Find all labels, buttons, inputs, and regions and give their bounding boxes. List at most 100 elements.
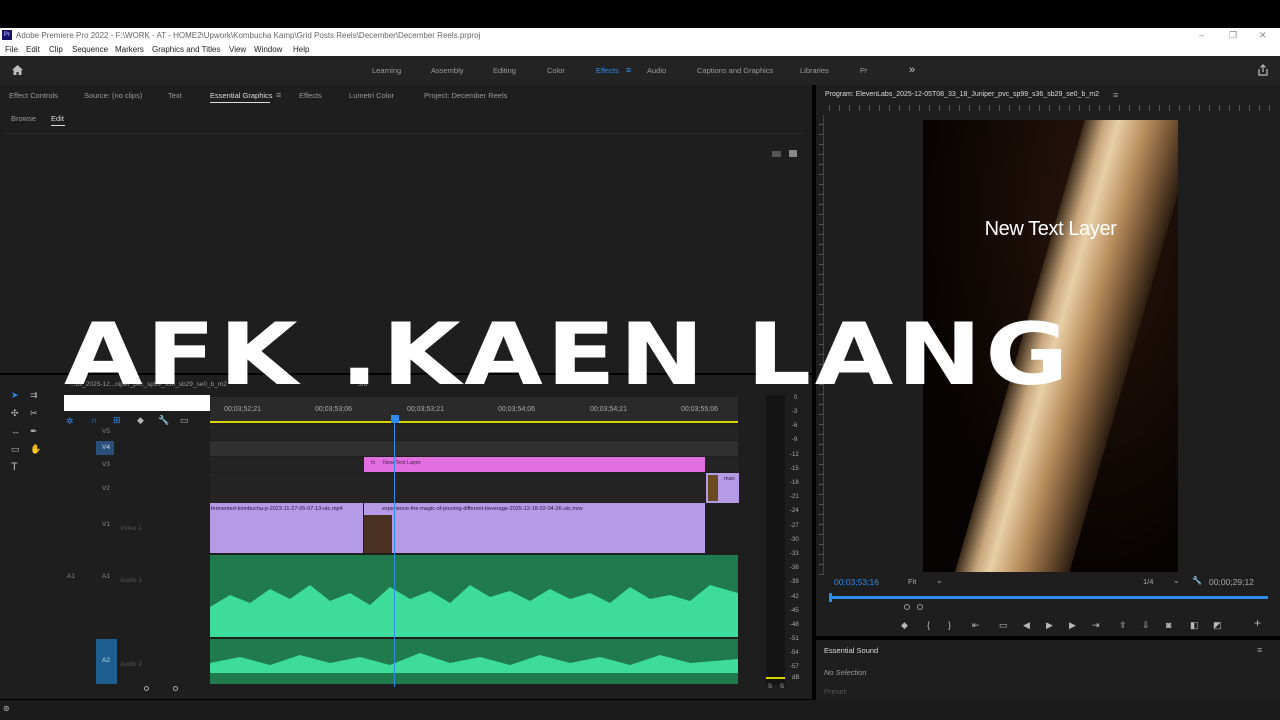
tab-project[interactable]: Project: December Reels — [424, 91, 507, 100]
tab-source[interactable]: Source: (no clips) — [84, 91, 142, 100]
overlay-text-layer[interactable]: New Text Layer — [923, 218, 1178, 241]
type-tool-icon[interactable]: T — [11, 462, 18, 473]
scroll-handle-right[interactable] — [173, 686, 178, 691]
menu-sequence[interactable]: Sequence — [72, 43, 108, 56]
timeline-wrench-icon[interactable]: 🔧 — [158, 415, 169, 425]
linked-selection-icon[interactable]: ∩ — [91, 415, 97, 425]
ws-editing[interactable]: Editing — [493, 56, 516, 85]
step-forward-icon[interactable]: ▶ — [1069, 620, 1076, 630]
maximize-icon[interactable]: ❐ — [1229, 28, 1237, 43]
track-label-v1[interactable]: V1 — [102, 521, 110, 528]
es-menu-icon[interactable]: ≡ — [1257, 645, 1262, 655]
track-label-v2[interactable]: V2 — [102, 485, 110, 492]
a1-audio-clip[interactable] — [210, 555, 738, 637]
ws-libraries[interactable]: Libraries — [800, 56, 829, 85]
hand-tool-icon[interactable]: ✋ — [30, 444, 41, 454]
v1-clip-pouring[interactable]: experience-the-magic-of-pouring-differen… — [364, 503, 705, 553]
snap-icon[interactable]: ✲ — [66, 416, 74, 426]
playhead-line[interactable] — [394, 422, 395, 687]
share-icon[interactable] — [1257, 64, 1269, 76]
close-icon[interactable]: ✕ — [1259, 28, 1267, 43]
program-menu-icon[interactable]: ≡ — [1113, 90, 1118, 100]
a2-audio-clip[interactable] — [210, 639, 738, 684]
track-select-tool-icon[interactable]: ⇉ — [30, 390, 38, 400]
program-timecode[interactable]: 00;03;53;16 — [834, 577, 879, 587]
v1-clip-kombucha[interactable]: fermented-kombucha-p-2023-11-27-05-07-13… — [210, 503, 363, 553]
solo-left-button[interactable]: S — [768, 684, 772, 690]
step-back-icon[interactable]: ◀ — [1023, 620, 1030, 630]
ws-color[interactable]: Color — [547, 56, 565, 85]
selection-tool-icon[interactable]: ➤ — [11, 390, 19, 400]
panel-menu-icon[interactable]: ≡ — [276, 90, 281, 100]
subtab-browse[interactable]: Browse — [11, 114, 36, 123]
new-folder-icon[interactable] — [772, 151, 781, 157]
track-label-v4[interactable]: V4 — [102, 444, 110, 451]
play-icon[interactable]: ▶ — [1046, 620, 1053, 630]
work-area-bar[interactable] — [210, 421, 738, 423]
fit-dropdown[interactable]: Fit — [908, 577, 916, 586]
razor-tool-icon[interactable]: ✂ — [30, 408, 38, 418]
add-button-icon[interactable]: + — [1254, 617, 1261, 629]
playhead-handle[interactable] — [391, 415, 399, 423]
mark-in-icon[interactable]: { — [927, 620, 930, 630]
lift-icon[interactable]: ⇪ — [1119, 620, 1127, 630]
track-v4-area[interactable] — [210, 441, 738, 456]
pen-tool-icon[interactable]: ✒ — [30, 426, 38, 436]
captions-icon[interactable]: ▭ — [180, 415, 189, 425]
subtab-edit[interactable]: Edit — [51, 114, 64, 123]
menu-markers[interactable]: Markers — [115, 43, 144, 56]
resolution-chevron-icon[interactable]: ⌄ — [1173, 576, 1180, 585]
ws-pr[interactable]: Pr — [860, 56, 868, 85]
extract-icon[interactable]: ⇩ — [1142, 620, 1150, 630]
track-source-a1[interactable]: A1 — [67, 573, 75, 580]
ripple-edit-tool-icon[interactable]: ✣ — [11, 408, 19, 418]
comparison-view-icon[interactable]: ◧ — [1190, 620, 1199, 630]
rectangle-tool-icon[interactable]: ▭ — [11, 444, 20, 454]
scroll-handle-left[interactable] — [144, 686, 149, 691]
status-icon[interactable]: ⊛ — [3, 704, 10, 714]
tab-effect-controls[interactable]: Effect Controls — [9, 91, 58, 100]
ws-audio[interactable]: Audio — [647, 56, 666, 85]
home-icon[interactable] — [11, 64, 24, 76]
track-v5-area[interactable] — [210, 425, 738, 440]
track-v2-area[interactable] — [210, 473, 738, 503]
export-frame-icon[interactable]: ◙ — [1166, 620, 1171, 630]
ws-effects[interactable]: Effects — [596, 56, 619, 85]
solo-right-button[interactable]: S — [780, 684, 784, 690]
text-layer-clip[interactable]: fx New Text Layer — [364, 457, 705, 472]
program-scrubber[interactable] — [830, 596, 1268, 599]
go-to-in-icon[interactable]: ⇤ — [972, 620, 980, 630]
nest-icon[interactable]: ⊞ — [113, 415, 121, 425]
ws-learning[interactable]: Learning — [372, 56, 401, 85]
track-label-a2[interactable]: A2 — [102, 657, 110, 664]
minimize-icon[interactable]: – — [1199, 28, 1204, 43]
essential-sound-title[interactable]: Essential Sound — [824, 646, 878, 655]
resolution-dropdown[interactable]: 1/4 — [1143, 577, 1153, 586]
ws-captions[interactable]: Captions and Graphics — [697, 56, 773, 85]
timeline-marker-icon[interactable]: ◆ — [137, 415, 144, 425]
mark-out-icon[interactable]: } — [948, 620, 951, 630]
menu-file[interactable]: File — [5, 43, 18, 56]
ws-assembly[interactable]: Assembly — [431, 56, 464, 85]
tab-effects[interactable]: Effects — [299, 91, 322, 100]
menu-edit[interactable]: Edit — [26, 43, 40, 56]
v2-clip[interactable]: man — [706, 473, 739, 503]
menu-help[interactable]: Help — [293, 43, 309, 56]
vr-icon[interactable]: ◩ — [1213, 620, 1222, 630]
ws-menu-icon[interactable]: ≡ — [626, 56, 631, 85]
zoom-handle-left[interactable] — [904, 604, 910, 610]
new-layer-icon[interactable] — [789, 150, 797, 157]
go-to-out-icon[interactable]: ⇥ — [1092, 620, 1100, 630]
tab-lumetri-color[interactable]: Lumetri Color — [349, 91, 394, 100]
zoom-handle-right[interactable] — [917, 604, 923, 610]
track-label-v3[interactable]: V3 — [102, 461, 110, 468]
more-workspaces-icon[interactable]: » — [909, 56, 915, 85]
menu-clip[interactable]: Clip — [49, 43, 63, 56]
program-playhead[interactable] — [829, 593, 832, 602]
menu-view[interactable]: View — [229, 43, 246, 56]
add-marker-icon[interactable]: ◆ — [901, 620, 908, 630]
menu-graphics[interactable]: Graphics and Titles — [152, 43, 220, 56]
menu-window[interactable]: Window — [254, 43, 282, 56]
track-label-v5[interactable]: V5 — [102, 428, 110, 435]
tab-text[interactable]: Text — [168, 91, 182, 100]
